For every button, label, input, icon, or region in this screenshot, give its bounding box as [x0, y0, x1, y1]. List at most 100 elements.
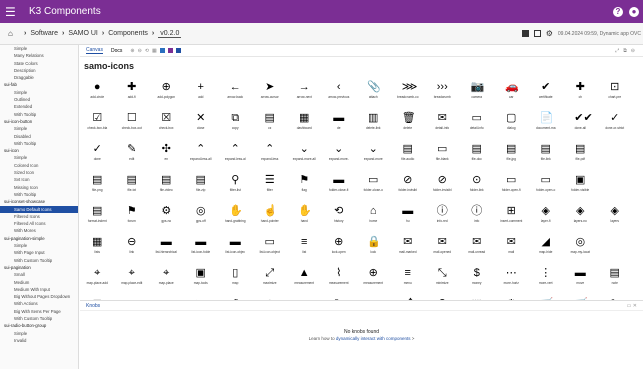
sidebar-item[interactable]: With Tooltip — [0, 191, 78, 198]
file-video-icon: ▤ — [161, 174, 172, 186]
icon-tile: ⋙ breadcrumb-co — [391, 77, 426, 108]
icon-tile: ☑ check-box-bla — [80, 108, 115, 139]
sidebar-item[interactable]: Simple — [0, 242, 78, 249]
timestamp: 09.04.2024 09:59, Dynamic app OVC — [557, 30, 641, 37]
sidebar-item[interactable]: Medium With Input — [0, 286, 78, 293]
sidebar-item[interactable]: With Tooltip — [0, 140, 78, 147]
breadcrumb-components[interactable]: Components — [108, 30, 148, 37]
hu-icon: ▬ — [402, 205, 414, 217]
icon-label: layer-fi — [540, 219, 551, 223]
sidebar-item[interactable]: Invalid — [0, 337, 78, 344]
sidebar-item[interactable]: Many Relations — [0, 52, 78, 59]
icon-label: mail-marked — [398, 250, 417, 254]
sidebar-item[interactable]: With Custom Tooltip — [0, 315, 78, 322]
breadcrumb-software[interactable]: Software — [30, 30, 58, 37]
sidebar-group[interactable]: sui-icon-button — [0, 118, 78, 125]
file-txt-icon: ▤ — [126, 174, 137, 186]
icon-tile: ✣ en — [149, 139, 184, 170]
zoom-in-icon[interactable]: ⊕ — [130, 48, 134, 54]
help-icon[interactable]: ? — [613, 6, 623, 17]
more-vert-icon: ⋮ — [540, 267, 552, 279]
sidebar-item[interactable]: Filtered Icons — [0, 213, 78, 220]
icon-tile: ▬ move — [563, 263, 598, 294]
map-icon: ▯ — [232, 267, 239, 279]
icon-label: mail — [508, 250, 515, 254]
detail-info-icon: ▭ — [471, 112, 482, 124]
blank-icon — [609, 174, 621, 186]
sidebar-item[interactable]: Small — [0, 271, 78, 278]
sidebar-item[interactable]: With Actions — [0, 300, 78, 307]
sidebar-item[interactable]: Extended — [0, 103, 78, 110]
sidebar-item[interactable]: With Page Input — [0, 249, 78, 256]
sidebar-item[interactable]: Big With Items Per Page — [0, 308, 78, 315]
edit-icon[interactable] — [533, 30, 541, 37]
mail-icon: ✉ — [506, 236, 516, 248]
open-new-icon[interactable]: ⧉ — [623, 48, 627, 54]
icon-tile: ▤ file-pdf — [563, 139, 598, 170]
sidebar-item[interactable]: With Tooltip — [0, 111, 78, 118]
user-icon[interactable]: ● — [629, 6, 639, 17]
sidebar-item[interactable]: Simple — [0, 45, 78, 52]
zoom-out-icon[interactable]: ⊖ — [138, 48, 142, 54]
folder-open-fi-icon: ▭ — [506, 174, 517, 186]
document-ma-icon: 📄 — [539, 112, 554, 124]
measure-swatch[interactable] — [175, 48, 181, 53]
icon-tile: ▭ detail-info — [460, 108, 495, 139]
sidebar-item[interactable]: Samo Default Icons — [0, 205, 78, 213]
icon-tile: ☐ check-box-out — [115, 108, 150, 139]
panel-toggle-icon[interactable]: ▭ — [627, 303, 632, 309]
settings-icon[interactable]: ⚙ — [546, 29, 553, 38]
sidebar-group[interactable]: sui-icon — [0, 147, 78, 154]
sidebar-group[interactable]: sui-pagination — [0, 264, 78, 271]
sidebar-item[interactable]: Missing Icon — [0, 184, 78, 191]
list-icon: ≡ — [301, 236, 308, 248]
sidebar-item[interactable]: Simple — [0, 154, 78, 161]
sidebar-item[interactable]: Simple — [0, 125, 78, 132]
sidebar-item[interactable]: Filtered All Icons — [0, 220, 78, 227]
sidebar-group[interactable]: sui-iconset-showcase — [0, 198, 78, 205]
tab-canvas[interactable]: Canvas — [86, 47, 103, 54]
version-select[interactable]: v0.2.0 — [158, 30, 182, 38]
sidebar-item[interactable]: Outlined — [0, 96, 78, 103]
fullscreen-icon[interactable]: ⤢ — [615, 48, 619, 54]
tab-docs[interactable]: Docs — [111, 48, 122, 54]
sidebar-item[interactable]: Sized Icon — [0, 169, 78, 176]
hamburger-menu-icon[interactable]: ☰ — [5, 5, 23, 19]
icon-tile: ⌇ measurement — [322, 263, 357, 294]
home-icon[interactable]: ⌂ — [8, 29, 20, 38]
sidebar-group[interactable]: sui-radio-button-group — [0, 322, 78, 329]
sidebar-item[interactable]: With Custom Tooltip — [0, 257, 78, 264]
viewport-swatch[interactable] — [167, 48, 173, 53]
sidebar-item[interactable]: Disabled — [0, 133, 78, 140]
sidebar-item[interactable]: State Colors — [0, 60, 78, 67]
sidebar-group[interactable]: sui-fab — [0, 81, 78, 88]
save-icon[interactable] — [521, 30, 529, 37]
tab-bar: Canvas Docs ⊕ ⊖ ⟲ ▦ ⤢ ⧉ ⊖ — [80, 45, 643, 57]
sidebar-item[interactable]: Colored Icon — [0, 162, 78, 169]
icon-tile: ▬ hu — [391, 201, 426, 232]
grid-icon[interactable]: ▦ — [152, 48, 157, 54]
breadcrumb-samo-ui[interactable]: SAMO UI — [68, 30, 98, 37]
sidebar-item[interactable]: With Mores — [0, 227, 78, 234]
sidebar-item[interactable]: Medium — [0, 279, 78, 286]
background-swatch[interactable] — [159, 48, 165, 53]
sidebar-item[interactable]: Draggable — [0, 74, 78, 81]
sidebar-group[interactable]: sui-pagination-simple — [0, 235, 78, 242]
sidebar-item[interactable]: Simple — [0, 330, 78, 337]
link-icon[interactable]: ⊖ — [631, 48, 635, 54]
sidebar-item[interactable]: Big Without Pages Dropdown — [0, 293, 78, 300]
knobs-docs-link[interactable]: dynamically interact with components — [336, 336, 411, 341]
sidebar-item[interactable]: Description — [0, 67, 78, 74]
format-indent-icon: ▤ — [92, 205, 103, 217]
sidebar-item[interactable]: Simple — [0, 89, 78, 96]
icon-label: minimize — [435, 281, 449, 285]
icon-label: check-box-bla — [87, 126, 108, 130]
icon-tile: ⊙ folder-link — [460, 170, 495, 201]
close-icon[interactable]: ✕ — [633, 303, 637, 309]
page-title: samo-icons — [84, 61, 135, 71]
icon-label: done — [93, 157, 101, 161]
sidebar-item[interactable]: Svt Icon — [0, 176, 78, 183]
icon-tile: ▤ note — [598, 263, 633, 294]
tab-knobs[interactable]: Knobs — [86, 301, 100, 310]
zoom-reset-icon[interactable]: ⟲ — [145, 48, 149, 54]
